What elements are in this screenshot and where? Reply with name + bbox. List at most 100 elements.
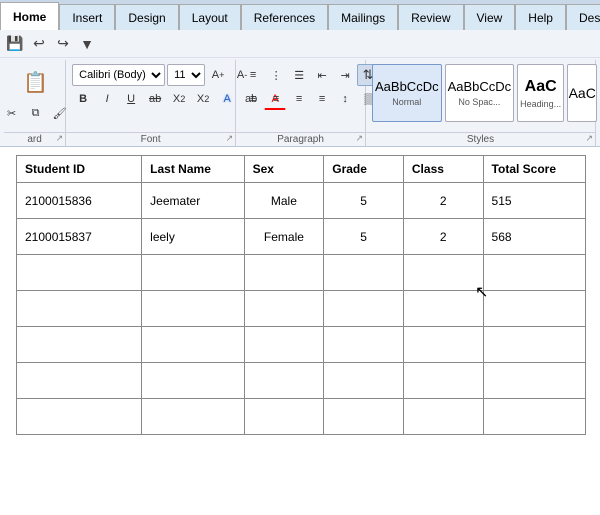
font-grow-icon[interactable]: A+: [207, 64, 229, 86]
table-row[interactable]: [17, 291, 586, 327]
copy-icon[interactable]: ⧉: [25, 102, 47, 124]
clipboard-icon[interactable]: 📋: [19, 64, 52, 100]
cell-score[interactable]: 515: [483, 183, 585, 219]
cell-last-name[interactable]: [142, 327, 244, 363]
increase-indent-icon[interactable]: ⇥: [334, 64, 356, 86]
tab-design2[interactable]: Design: [566, 4, 600, 30]
bold-button[interactable]: B: [72, 88, 94, 110]
cell-sex[interactable]: [244, 399, 324, 435]
cell-grade[interactable]: [324, 363, 404, 399]
align-right-icon[interactable]: ≡: [288, 88, 310, 110]
paragraph-expand[interactable]: ↗: [355, 133, 363, 144]
cell-class[interactable]: 2: [403, 219, 483, 255]
style-heading[interactable]: AaC Heading...: [517, 64, 564, 122]
cell-class[interactable]: [403, 327, 483, 363]
save-icon[interactable]: 💾: [4, 33, 26, 55]
cell-student-id[interactable]: [17, 327, 142, 363]
tab-design[interactable]: Design: [115, 4, 178, 30]
cell-class[interactable]: [403, 399, 483, 435]
table-row[interactable]: [17, 399, 586, 435]
strikethrough-button[interactable]: ab: [144, 88, 166, 110]
table-header-row: Student ID Last Name Sex Grade Class Tot…: [17, 156, 586, 183]
cell-score[interactable]: [483, 399, 585, 435]
cell-score[interactable]: 568: [483, 219, 585, 255]
tab-help[interactable]: Help: [515, 4, 566, 30]
cell-sex[interactable]: [244, 291, 324, 327]
table-row[interactable]: [17, 255, 586, 291]
cell-sex[interactable]: Female: [244, 219, 324, 255]
multilevel-list-icon[interactable]: ☰: [288, 64, 310, 86]
cell-sex[interactable]: Male: [244, 183, 324, 219]
table-row[interactable]: [17, 363, 586, 399]
table-row[interactable]: [17, 327, 586, 363]
clipboard-expand[interactable]: ↗: [56, 133, 64, 144]
cell-last-name[interactable]: [142, 255, 244, 291]
text-effects-icon[interactable]: A: [216, 88, 238, 110]
cell-grade[interactable]: [324, 399, 404, 435]
cell-last-name[interactable]: Jeemater: [142, 183, 244, 219]
undo-icon[interactable]: ↩: [28, 33, 50, 55]
table-row[interactable]: 2100015836 Jeemater Male 5 2 515: [17, 183, 586, 219]
cell-last-name[interactable]: [142, 363, 244, 399]
cell-student-id[interactable]: [17, 399, 142, 435]
underline-button[interactable]: U: [120, 88, 142, 110]
font-expand[interactable]: ↗: [226, 133, 234, 144]
customize-icon[interactable]: ▼: [76, 33, 98, 55]
align-center-icon[interactable]: ≡: [265, 88, 287, 110]
font-group: Calibri (Body) 11 A+ A- B I U ab X2 X2 A: [66, 60, 236, 146]
justify-icon[interactable]: ≡: [311, 88, 333, 110]
decrease-indent-icon[interactable]: ⇤: [311, 64, 333, 86]
cell-score[interactable]: [483, 363, 585, 399]
cell-sex[interactable]: [244, 363, 324, 399]
align-left-icon[interactable]: ≡: [242, 88, 264, 110]
cell-sex[interactable]: [244, 327, 324, 363]
cell-score[interactable]: [483, 327, 585, 363]
cell-student-id[interactable]: [17, 363, 142, 399]
tab-review[interactable]: Review: [398, 4, 463, 30]
cell-student-id[interactable]: [17, 255, 142, 291]
cell-student-id[interactable]: 2100015836: [17, 183, 142, 219]
cut-icon[interactable]: ✂: [1, 102, 23, 124]
cell-last-name[interactable]: leely: [142, 219, 244, 255]
cell-grade[interactable]: [324, 327, 404, 363]
cell-grade[interactable]: 5: [324, 183, 404, 219]
cell-grade[interactable]: 5: [324, 219, 404, 255]
cell-last-name[interactable]: [142, 399, 244, 435]
tab-mailings[interactable]: Mailings: [328, 4, 398, 30]
cell-student-id[interactable]: 2100015837: [17, 219, 142, 255]
bullets-icon[interactable]: ≡: [242, 64, 264, 86]
tab-insert[interactable]: Insert: [59, 4, 115, 30]
cell-class[interactable]: [403, 291, 483, 327]
font-name-select[interactable]: Calibri (Body): [72, 64, 165, 86]
cell-class[interactable]: [403, 363, 483, 399]
tab-references[interactable]: References: [241, 4, 328, 30]
line-spacing-icon[interactable]: ↕: [334, 88, 356, 110]
numbering-icon[interactable]: ⋮: [265, 64, 287, 86]
paragraph-group-label: Paragraph: [236, 132, 365, 146]
cell-last-name[interactable]: [142, 291, 244, 327]
style-normal[interactable]: AaBbCcDc Normal: [372, 64, 442, 122]
font-group-label: Font: [66, 132, 235, 146]
table-row[interactable]: 2100015837 leely Female 5 2 568: [17, 219, 586, 255]
cell-student-id[interactable]: [17, 291, 142, 327]
font-size-select[interactable]: 11: [167, 64, 205, 86]
cell-grade[interactable]: [324, 255, 404, 291]
styles-expand[interactable]: ↗: [585, 133, 593, 144]
cell-grade[interactable]: [324, 291, 404, 327]
tab-home[interactable]: Home: [0, 2, 59, 30]
ribbon: 💾 ↩ ↪ ▼ 📋 ✂ ⧉ 🖌 ard ↗ Calibri: [0, 30, 600, 147]
redo-icon[interactable]: ↪: [52, 33, 74, 55]
tab-layout[interactable]: Layout: [179, 4, 241, 30]
cell-sex[interactable]: [244, 255, 324, 291]
style-extra[interactable]: AaC: [567, 64, 597, 122]
cell-class[interactable]: [403, 255, 483, 291]
cell-score[interactable]: [483, 291, 585, 327]
cell-class[interactable]: 2: [403, 183, 483, 219]
style-nospace[interactable]: AaBbCcDc No Spac...: [445, 64, 515, 122]
header-total-score: Total Score: [483, 156, 585, 183]
italic-button[interactable]: I: [96, 88, 118, 110]
subscript-button[interactable]: X2: [168, 88, 190, 110]
cell-score[interactable]: [483, 255, 585, 291]
tab-view[interactable]: View: [464, 4, 516, 30]
superscript-button[interactable]: X2: [192, 88, 214, 110]
